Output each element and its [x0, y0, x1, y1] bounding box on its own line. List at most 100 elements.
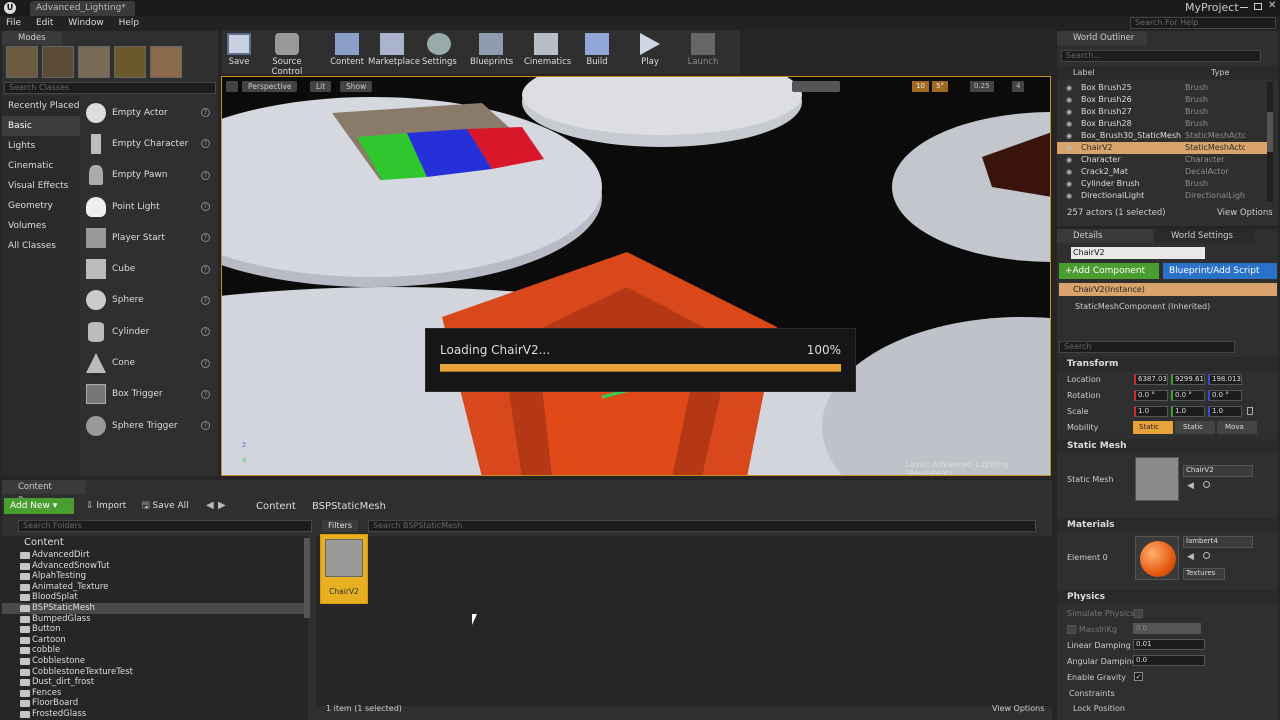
- paint-mode-icon[interactable]: [42, 46, 74, 78]
- rotation-y[interactable]: 0.0 °: [1171, 390, 1205, 401]
- geometry-mode-icon[interactable]: [150, 46, 182, 78]
- outliner-row[interactable]: ◉ DirectionalLight DirectionalLight: [1057, 190, 1267, 202]
- material-picker[interactable]: lambert4: [1183, 536, 1253, 548]
- path-folder[interactable]: BSPStaticMesh: [312, 501, 386, 512]
- class-empty-actor[interactable]: Empty Actor?: [80, 97, 216, 128]
- outliner-row[interactable]: ◉ ChairV2 StaticMeshActor: [1057, 142, 1267, 154]
- menu-edit[interactable]: Edit: [30, 16, 59, 30]
- browse-search-icon[interactable]: [1203, 481, 1210, 488]
- mobility-static[interactable]: Static: [1133, 421, 1173, 434]
- browse-search-icon[interactable]: [1203, 552, 1210, 559]
- rotation-z[interactable]: 0.0 °: [1208, 390, 1242, 401]
- transform-tools[interactable]: [792, 81, 840, 92]
- textures-dropdown[interactable]: Textures: [1183, 568, 1225, 580]
- class-player-start[interactable]: Player Start?: [80, 222, 216, 253]
- modes-tab[interactable]: Modes: [2, 31, 62, 45]
- play-button[interactable]: Play: [634, 30, 666, 72]
- eye-icon[interactable]: ◉: [1057, 154, 1081, 166]
- content-button[interactable]: Content: [330, 30, 364, 72]
- class-cone[interactable]: Cone?: [80, 347, 216, 378]
- eye-icon[interactable]: ◉: [1057, 142, 1081, 154]
- static-mesh-section[interactable]: Static Mesh: [1057, 439, 1278, 453]
- outliner-row[interactable]: ◉ Cylinder Brush Brush: [1057, 178, 1267, 190]
- details-search-input[interactable]: Search: [1059, 341, 1235, 353]
- menu-file[interactable]: File: [0, 16, 27, 30]
- help-icon[interactable]: ?: [201, 233, 210, 243]
- use-selected-arrow-icon[interactable]: ◀: [1187, 552, 1194, 562]
- folder-item[interactable]: BumpedGlass: [2, 614, 308, 625]
- world-outliner-tab[interactable]: World Outliner: [1057, 31, 1147, 45]
- category-basic[interactable]: Basic: [2, 116, 80, 136]
- save-all-button[interactable]: 🖫 Save All: [136, 498, 195, 514]
- folder-item[interactable]: BloodSplat: [2, 592, 308, 603]
- folder-item[interactable]: Dust_dirt_frost: [2, 677, 308, 688]
- scale-x[interactable]: 1.0: [1134, 406, 1168, 417]
- eye-icon[interactable]: ◉: [1057, 190, 1081, 202]
- path-root[interactable]: Content: [256, 501, 296, 512]
- outliner-row[interactable]: ◉ Box Brush27 Brush: [1057, 106, 1267, 118]
- landscape-mode-icon[interactable]: [78, 46, 110, 78]
- transform-section[interactable]: Transform: [1057, 357, 1278, 371]
- folder-item[interactable]: Animated_Texture: [2, 582, 308, 593]
- cinematics-button[interactable]: Cinematics: [524, 30, 571, 72]
- eye-icon[interactable]: ◉: [1057, 166, 1081, 178]
- import-button[interactable]: ⇩ Import: [80, 498, 132, 514]
- help-icon[interactable]: ?: [201, 139, 210, 149]
- folder-item[interactable]: Cartoon: [2, 635, 308, 646]
- class-cube[interactable]: Cube?: [80, 253, 216, 284]
- outliner-search-input[interactable]: Search...: [1061, 50, 1261, 62]
- angle-snap-value[interactable]: 5°: [932, 81, 948, 92]
- source-control-button[interactable]: Source Control: [258, 30, 316, 77]
- place-mode-icon[interactable]: [6, 46, 38, 78]
- category-lights[interactable]: Lights: [2, 136, 80, 156]
- folder-item[interactable]: Button: [2, 624, 308, 635]
- category-all-classes[interactable]: All Classes: [2, 236, 80, 256]
- cb-view-options[interactable]: View Options: [992, 704, 1044, 713]
- grid-snap-value[interactable]: 10: [912, 81, 929, 92]
- category-geometry[interactable]: Geometry: [2, 196, 80, 216]
- class-sphere-trigger[interactable]: Sphere Trigger?: [80, 410, 216, 441]
- help-icon[interactable]: ?: [201, 389, 210, 399]
- component-row[interactable]: StaticMeshComponent (Inherited): [1075, 302, 1210, 311]
- add-new-button[interactable]: Add New ▾: [4, 498, 74, 514]
- content-root[interactable]: Content: [2, 536, 308, 550]
- location-z[interactable]: 198.0135: [1208, 374, 1242, 385]
- forward-arrow-icon[interactable]: ▶: [218, 500, 226, 511]
- scale-snap-value[interactable]: 0.25: [970, 81, 994, 92]
- physics-section[interactable]: Physics: [1057, 590, 1278, 604]
- build-button[interactable]: Build: [582, 30, 612, 72]
- class-search-input[interactable]: Search Classes: [4, 82, 216, 94]
- back-arrow-icon[interactable]: ◀: [206, 500, 214, 511]
- outliner-row[interactable]: ◉ Box_Brush30_StaticMesh StaticMeshActor: [1057, 130, 1267, 142]
- rotation-x[interactable]: 0.0 °: [1134, 390, 1168, 401]
- outliner-row[interactable]: ◉ Crack2_Mat DecalActor: [1057, 166, 1267, 178]
- folder-item[interactable]: AlpahTesting: [2, 571, 308, 582]
- launch-button[interactable]: Launch: [686, 30, 720, 72]
- add-component-button[interactable]: +Add Component: [1059, 263, 1159, 279]
- eye-icon[interactable]: ◉: [1057, 106, 1081, 118]
- help-icon[interactable]: ?: [201, 202, 210, 212]
- menu-help[interactable]: Help: [113, 16, 146, 30]
- document-tab[interactable]: Advanced_Lighting*: [30, 1, 135, 16]
- class-empty-pawn[interactable]: Empty Pawn?: [80, 160, 216, 191]
- type-column-header[interactable]: Type: [1211, 66, 1229, 80]
- details-tab[interactable]: Details: [1057, 229, 1153, 243]
- eye-icon[interactable]: ◉: [1057, 94, 1081, 106]
- folder-scrollbar[interactable]: [304, 538, 310, 618]
- help-icon[interactable]: ?: [201, 264, 210, 274]
- mass-checkbox[interactable]: [1067, 625, 1076, 634]
- menu-window[interactable]: Window: [62, 16, 110, 30]
- simulate-physics-checkbox[interactable]: [1134, 609, 1143, 618]
- class-point-light[interactable]: Point Light?: [80, 191, 216, 222]
- outliner-row[interactable]: ◉ Box Brush25 Brush: [1057, 82, 1267, 94]
- help-icon[interactable]: ?: [201, 327, 210, 337]
- category-cinematic[interactable]: Cinematic: [2, 156, 80, 176]
- scale-y[interactable]: 1.0: [1171, 406, 1205, 417]
- folder-item[interactable]: AdvancedSnowTut: [2, 561, 308, 572]
- viewport-options-button[interactable]: [226, 81, 238, 92]
- outliner-row[interactable]: ◉ Character Character: [1057, 154, 1267, 166]
- asset-tile-chairv2[interactable]: ChairV2: [320, 534, 368, 604]
- world-settings-tab[interactable]: World Settings: [1155, 229, 1255, 243]
- mobility-movable[interactable]: Mova: [1217, 421, 1257, 434]
- blueprints-button[interactable]: Blueprints: [470, 30, 513, 72]
